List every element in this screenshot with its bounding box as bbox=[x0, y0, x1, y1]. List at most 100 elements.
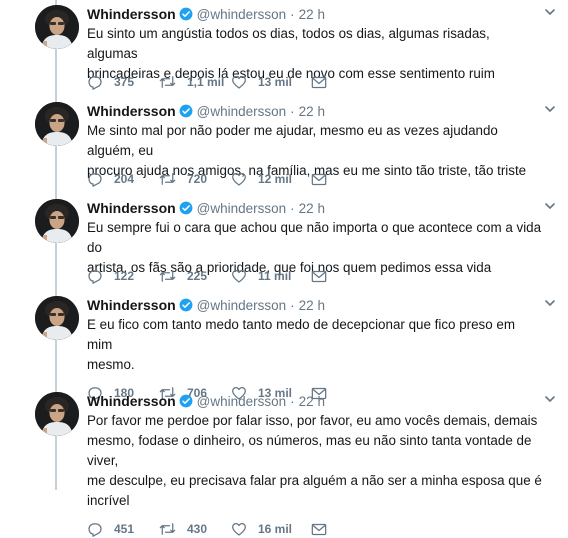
heart-icon bbox=[232, 76, 246, 89]
dot-separator: · bbox=[290, 6, 295, 22]
author-name[interactable]: Whindersson bbox=[87, 393, 176, 409]
author-handle[interactable]: @whindersson bbox=[197, 394, 287, 409]
envelope-icon bbox=[311, 76, 327, 88]
author-handle[interactable]: @whindersson bbox=[197, 201, 287, 216]
dot-separator: · bbox=[290, 200, 295, 216]
retweet-button[interactable]: 1,1 mil bbox=[159, 75, 231, 89]
retweet-count: 1,1 mil bbox=[187, 75, 225, 89]
reply-button[interactable]: 451 bbox=[87, 522, 159, 537]
reply-icon bbox=[88, 269, 102, 284]
tweet-actions: 451 430 16 mil bbox=[87, 520, 331, 538]
like-button[interactable]: 13 mil bbox=[231, 75, 311, 89]
chevron-down-icon[interactable] bbox=[543, 5, 557, 19]
like-count: 12 mil bbox=[258, 172, 293, 186]
retweet-button[interactable]: 720 bbox=[159, 172, 231, 186]
retweet-count: 430 bbox=[187, 522, 208, 536]
retweet-icon bbox=[159, 173, 176, 185]
chevron-down-icon[interactable] bbox=[543, 199, 557, 213]
tweet-content: Whindersson @whindersson · 22 h E eu fic… bbox=[87, 296, 557, 401]
tweet-timestamp[interactable]: 22 h bbox=[299, 7, 325, 22]
author-name[interactable]: Whindersson bbox=[87, 103, 176, 119]
like-button[interactable]: 12 mil bbox=[231, 172, 311, 186]
reply-button[interactable]: 204 bbox=[87, 172, 159, 187]
envelope-icon bbox=[311, 173, 327, 185]
avatar[interactable] bbox=[35, 102, 79, 146]
tweet-content: Whindersson @whindersson · 22 h Eu sinto… bbox=[87, 5, 557, 90]
like-count: 16 mil bbox=[258, 522, 293, 536]
chevron-down-icon[interactable] bbox=[543, 102, 557, 116]
verified-badge-icon bbox=[179, 201, 193, 215]
chevron-down-icon[interactable] bbox=[543, 392, 557, 406]
tweet-header: Whindersson @whindersson · 22 h bbox=[87, 102, 557, 120]
reply-button[interactable]: 375 bbox=[87, 75, 159, 90]
direct-message-button[interactable] bbox=[311, 76, 331, 89]
reply-count: 375 bbox=[114, 75, 135, 89]
tweet-text-line: Por favor me perdoe por falar isso, por … bbox=[87, 413, 538, 428]
reply-count: 451 bbox=[114, 522, 135, 536]
direct-message-button[interactable] bbox=[311, 523, 331, 536]
chevron-down-icon[interactable] bbox=[543, 296, 557, 310]
avatar-image bbox=[35, 392, 79, 436]
envelope-icon bbox=[311, 523, 327, 535]
reply-button[interactable]: 122 bbox=[87, 269, 159, 284]
retweet-button[interactable]: 430 bbox=[159, 522, 231, 536]
reply-count: 204 bbox=[114, 172, 135, 186]
envelope-icon bbox=[311, 270, 327, 282]
tweet-3[interactable]: Whindersson @whindersson · 22 h Eu sempr… bbox=[0, 199, 568, 297]
reply-icon bbox=[88, 172, 102, 187]
tweet-5[interactable]: Whindersson @whindersson · 22 h Por favo… bbox=[0, 392, 568, 537]
tweet-text-line: incrível bbox=[87, 493, 130, 508]
avatar-image bbox=[35, 199, 79, 243]
verified-badge-icon bbox=[179, 394, 193, 408]
tweet-actions: 375 1,1 mil 13 mil bbox=[87, 73, 331, 91]
heart-icon bbox=[232, 173, 246, 186]
tweet-timestamp[interactable]: 22 h bbox=[299, 298, 325, 313]
like-button[interactable]: 11 mil bbox=[231, 269, 311, 283]
author-name[interactable]: Whindersson bbox=[87, 6, 176, 22]
heart-icon bbox=[232, 523, 246, 536]
verified-badge-icon bbox=[179, 7, 193, 21]
retweet-icon bbox=[159, 270, 176, 282]
retweet-icon bbox=[159, 523, 176, 535]
retweet-icon bbox=[159, 76, 176, 88]
avatar-image bbox=[35, 102, 79, 146]
tweet-timestamp[interactable]: 22 h bbox=[299, 104, 325, 119]
tweet-text-line: me desculpe, eu precisava falar pra algu… bbox=[87, 473, 542, 488]
tweet-text-line: Eu sempre fui o cara que achou que não i… bbox=[87, 220, 542, 255]
tweet-header: Whindersson @whindersson · 22 h bbox=[87, 199, 557, 217]
avatar[interactable] bbox=[35, 199, 79, 243]
retweet-button[interactable]: 225 bbox=[159, 269, 231, 283]
tweet-actions: 122 225 11 mil bbox=[87, 267, 331, 285]
tweet-header: Whindersson @whindersson · 22 h bbox=[87, 5, 557, 23]
tweet-text: E eu fico com tanto medo tanto medo de d… bbox=[87, 315, 542, 375]
like-count: 11 mil bbox=[258, 269, 292, 283]
avatar[interactable] bbox=[35, 296, 79, 340]
avatar-image bbox=[35, 296, 79, 340]
tweet-content: Whindersson @whindersson · 22 h Por favo… bbox=[87, 392, 557, 537]
avatar-image bbox=[35, 5, 79, 49]
tweet-2[interactable]: Whindersson @whindersson · 22 h Me sinto… bbox=[0, 102, 568, 200]
tweet-timestamp[interactable]: 22 h bbox=[299, 201, 325, 216]
tweet-header: Whindersson @whindersson · 22 h bbox=[87, 392, 557, 410]
tweet-4[interactable]: Whindersson @whindersson · 22 h E eu fic… bbox=[0, 296, 568, 401]
author-name[interactable]: Whindersson bbox=[87, 200, 176, 216]
tweet-content: Whindersson @whindersson · 22 h Me sinto… bbox=[87, 102, 557, 187]
tweet-1[interactable]: Whindersson @whindersson · 22 h Eu sinto… bbox=[0, 5, 568, 103]
tweet-thread: Whindersson @whindersson · 22 h Eu sinto… bbox=[0, 0, 568, 537]
direct-message-button[interactable] bbox=[311, 270, 331, 283]
author-handle[interactable]: @whindersson bbox=[197, 298, 287, 313]
author-name[interactable]: Whindersson bbox=[87, 297, 176, 313]
avatar[interactable] bbox=[35, 5, 79, 49]
reply-count: 122 bbox=[114, 269, 135, 283]
avatar[interactable] bbox=[35, 392, 79, 436]
like-button[interactable]: 16 mil bbox=[231, 522, 311, 536]
verified-badge-icon bbox=[179, 298, 193, 312]
author-handle[interactable]: @whindersson bbox=[197, 104, 287, 119]
tweet-text-line: E eu fico com tanto medo tanto medo de d… bbox=[87, 317, 516, 352]
retweet-count: 225 bbox=[187, 269, 208, 283]
author-handle[interactable]: @whindersson bbox=[197, 7, 287, 22]
tweet-header: Whindersson @whindersson · 22 h bbox=[87, 296, 557, 314]
direct-message-button[interactable] bbox=[311, 173, 331, 186]
dot-separator: · bbox=[290, 393, 295, 409]
tweet-timestamp[interactable]: 22 h bbox=[299, 394, 325, 409]
